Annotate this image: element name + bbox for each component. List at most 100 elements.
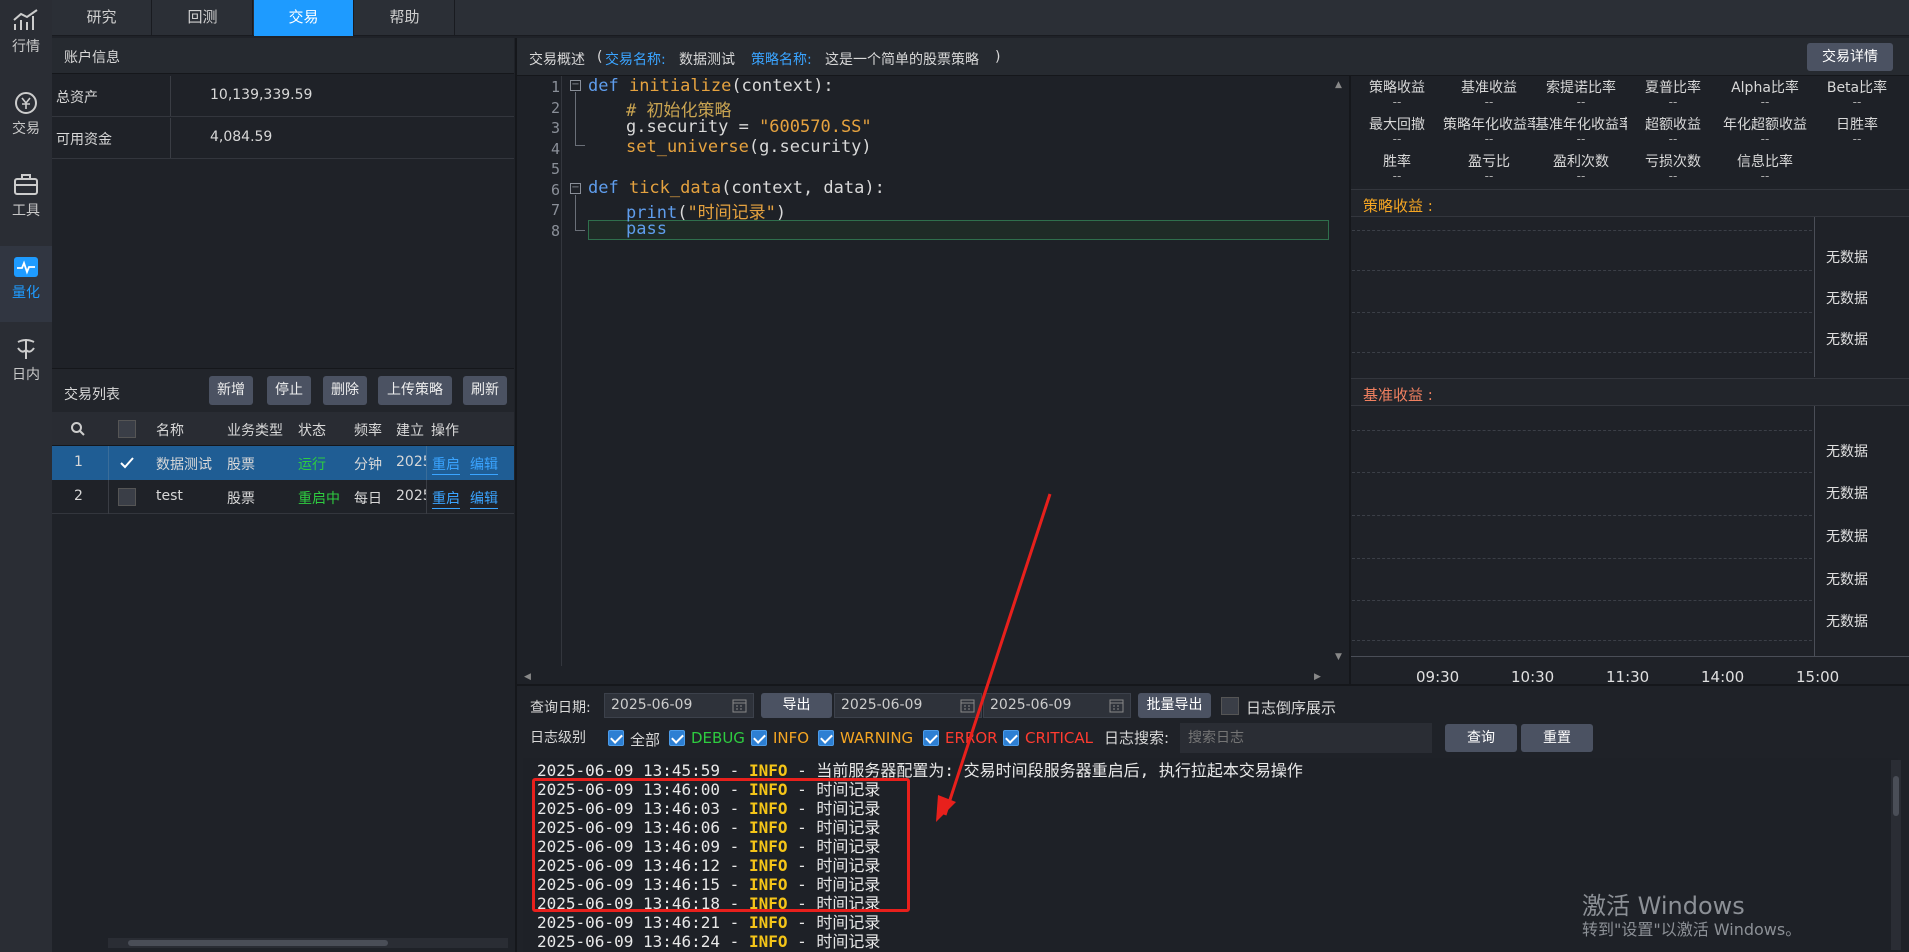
metric-label: 最大回撤 [1369,117,1425,133]
tab-help[interactable]: 帮助 [355,0,455,36]
no-data-label: 无数据 [1826,486,1868,502]
code-line-1: def initialize(context): [588,76,834,96]
code-token: (context): [731,76,834,96]
row-checkbox[interactable] [118,488,136,506]
toolbox-icon [14,174,38,195]
line-number: 7 [550,201,560,219]
scrollbar-thumb[interactable] [128,940,388,946]
nav-label: 量化 [12,285,40,301]
line-number: 6 [550,181,560,199]
upload-strategy-button[interactable]: 上传策略 [378,376,452,405]
nav-item-market[interactable]: 行情 [0,0,52,76]
calendar-icon[interactable] [732,698,747,713]
log-line: 2025-06-09 13:46:24 - INFO - 时间记录 [537,928,880,952]
code-line-8: pass [626,219,667,239]
row-frequency: 分钟 [354,457,382,473]
tab-trade[interactable]: 交易 [254,0,354,36]
code-token: ) [775,203,787,223]
tab-research[interactable]: 研究 [52,0,152,36]
code-token: initialize [628,76,732,96]
metric-value: -- [1576,132,1586,146]
calendar-icon[interactable] [1109,698,1124,713]
add-button[interactable]: 新增 [209,376,253,405]
row-index: 1 [74,454,83,470]
edit-link[interactable]: 编辑 [470,454,498,475]
table-row[interactable]: 2 test 股票 重启中 每日 2025 重启 编辑 [52,480,514,514]
pulse-icon [14,257,38,277]
trade-detail-button[interactable]: 交易详情 [1807,43,1893,71]
line-number: 5 [550,160,560,178]
edit-link[interactable]: 编辑 [470,488,498,509]
metric-value: -- [1760,169,1770,183]
export-button[interactable]: 导出 [761,693,832,718]
log-separator: - [787,932,817,951]
horizontal-scrollbar[interactable] [108,938,508,948]
date-input[interactable]: 2025-06-09 [604,693,754,718]
metric-value: -- [1392,132,1402,146]
metric-label: 基准年化收益率 [1535,117,1627,133]
metric-label: 索提诺比率 [1546,80,1616,96]
restart-link[interactable]: 重启 [432,488,460,509]
select-all-checkbox[interactable] [118,420,136,438]
nav-item-tools[interactable]: 工具 [0,164,52,240]
intraday-icon [17,339,35,359]
metric-value: -- [1484,132,1494,146]
current-line-highlight [588,220,1329,240]
account-value: 4,084.59 [210,129,273,145]
row-status: 运行 [298,457,326,473]
no-data-label: 无数据 [1826,572,1868,588]
metric-label: 基准收益 [1461,80,1517,96]
no-data-label: 无数据 [1826,529,1868,545]
refresh-button[interactable]: 刷新 [463,376,507,405]
scroll-left-icon[interactable]: ◀ [524,672,531,682]
log-scrollbar[interactable] [1891,760,1901,950]
reset-button[interactable]: 重置 [1521,724,1593,752]
metric-label: Beta比率 [1826,80,1888,96]
row-type: 股票 [227,457,255,473]
stop-button[interactable]: 停止 [267,376,311,405]
fold-icon[interactable]: − [570,80,581,91]
line-number: 4 [550,140,560,158]
search-icon[interactable] [70,421,86,437]
yen-icon [15,92,37,114]
level-checkbox-warning[interactable] [818,730,834,746]
trade-name: 数据测试 [679,52,735,68]
code-token: "600570.SS" [759,117,872,137]
row-checkbox[interactable] [118,454,136,472]
query-button[interactable]: 查询 [1445,724,1517,752]
level-checkbox-debug[interactable] [669,730,685,746]
delete-button[interactable]: 删除 [323,376,367,405]
scroll-down-icon[interactable]: ▼ [1335,652,1342,662]
level-label-info: INFO [773,729,810,747]
code-token: def [588,178,629,198]
metric-value: -- [1576,169,1586,183]
level-checkbox-info[interactable] [751,730,767,746]
no-data-label: 无数据 [1826,614,1868,630]
log-scrollbar-thumb[interactable] [1893,776,1899,816]
scroll-right-icon[interactable]: ▶ [1314,672,1321,682]
reverse-log-checkbox[interactable] [1221,697,1239,715]
batch-export-button[interactable]: 批量导出 [1138,693,1211,718]
metric-label: 策略收益 [1369,80,1425,96]
line-number: 2 [550,99,560,117]
fold-icon[interactable]: − [570,183,581,194]
trade-name-label: 交易名称: [605,52,666,68]
code-token: g.security = [626,117,760,137]
level-label-debug: DEBUG [691,729,745,747]
col-created: 建立 [396,423,424,439]
code-token: tick_data [628,178,722,198]
line-number: 8 [550,222,560,240]
nav-item-trade[interactable]: 交易 [0,82,52,158]
nav-item-intraday[interactable]: 日内 [0,328,52,404]
metric-value: -- [1852,95,1862,109]
restart-link[interactable]: 重启 [432,454,460,475]
level-checkbox-all[interactable] [608,730,624,746]
code-token: "时间记录" [687,203,776,223]
row-name: 数据测试 [156,457,212,473]
nav-item-quant[interactable]: 量化 [0,246,52,322]
scroll-up-icon[interactable]: ▲ [1335,80,1342,90]
tab-backtest[interactable]: 回测 [153,0,253,36]
table-row[interactable]: 1 数据测试 股票 运行 分钟 2025 重启 编辑 [52,446,514,480]
metric-label: Alpha比率 [1731,80,1799,96]
log-search-input[interactable] [1180,723,1432,753]
